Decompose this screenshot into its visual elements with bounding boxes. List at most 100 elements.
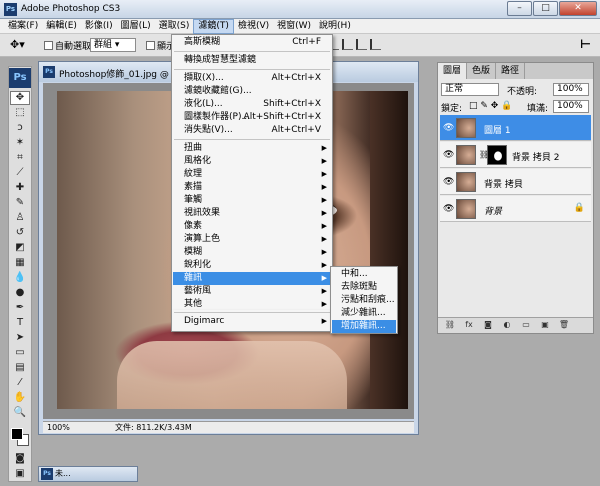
hand-tool-icon[interactable]: ✋ [10,391,30,405]
notes-tool-icon[interactable]: ▤ [10,361,30,375]
layer-style-icon[interactable]: fx [463,320,475,331]
menu-item-artistic[interactable]: 藝術風 ▶ [173,285,331,298]
tab-channels[interactable]: 色版 [467,63,497,79]
layer-row[interactable]: 👁 ⛓ 背景 拷貝 2 [440,142,591,168]
show-transform-checkbox[interactable] [146,41,155,50]
brush-tool-icon[interactable]: ✎ [10,196,30,210]
menu-edit[interactable]: 編輯(E) [42,19,81,34]
menu-select[interactable]: 選取(S) [155,19,194,34]
menu-item-despeckle[interactable]: 去除斑點 [332,281,396,294]
blend-mode-dropdown[interactable]: 正常 [441,83,499,96]
lock-buttons-icon[interactable]: □ ✎ ✥ 🔒 [469,101,512,111]
menu-item-convert-smart-filter[interactable]: 轉換成智慧型濾鏡 [173,54,331,67]
move-tool-icon[interactable]: ✥ [10,91,30,105]
auto-select-checkbox[interactable] [44,41,53,50]
align-right-icon[interactable] [370,39,381,50]
new-layer-icon[interactable]: ▣ [539,320,551,331]
menu-item-blur[interactable]: 模糊 ▶ [173,246,331,259]
menu-item-sketch[interactable]: 素描 ▶ [173,181,331,194]
clone-stamp-tool-icon[interactable]: ♙ [10,211,30,225]
delete-layer-icon[interactable]: 🗑 [558,320,570,331]
menu-item-vanishing-point[interactable]: 消失點(V)... Alt+Ctrl+V [173,124,331,137]
new-group-icon[interactable]: ▭ [520,320,532,331]
menu-item-liquify[interactable]: 液化(L)... Shift+Ctrl+X [173,98,331,111]
menu-item-render[interactable]: 演算上色 ▶ [173,233,331,246]
layer-mask-thumbnail[interactable] [487,145,507,165]
layer-row[interactable]: 👁 圖層 1 [440,115,591,141]
history-brush-tool-icon[interactable]: ↺ [10,226,30,240]
menu-layer[interactable]: 圖層(L) [117,19,155,34]
align-center-icon[interactable] [356,39,367,50]
color-swatches[interactable] [9,426,31,450]
minimize-button[interactable]: – [507,1,532,16]
tab-paths[interactable]: 路徑 [496,63,526,79]
menu-item-gaussian-blur[interactable]: 高斯模糊 Ctrl+F [173,36,331,49]
menu-help[interactable]: 說明(H) [315,19,355,34]
menu-item-reduce-noise[interactable]: 減少雜訊... [332,307,396,320]
healing-brush-tool-icon[interactable]: ✚ [10,181,30,195]
pen-tool-icon[interactable]: ✒ [10,301,30,315]
menu-view[interactable]: 檢視(V) [234,19,273,34]
move-tool-preset-icon[interactable]: ✥▾ [10,38,25,51]
dodge-tool-icon[interactable]: ● [10,286,30,300]
auto-select-target-dropdown[interactable]: 群組 ▾ [90,38,136,52]
menu-item-texture[interactable]: 紋理 ▶ [173,168,331,181]
fill-input[interactable]: 100% [553,100,589,113]
menu-item-extract[interactable]: 擷取(X)... Alt+Ctrl+X [173,72,331,85]
screen-mode-icon[interactable]: ▣ [10,467,30,481]
visibility-eye-icon[interactable]: 👁 [443,204,454,214]
type-tool-icon[interactable]: T [10,316,30,330]
menu-item-brush-strokes[interactable]: 筆觸 ▶ [173,194,331,207]
menu-item-pixelate[interactable]: 像素 ▶ [173,220,331,233]
menu-window[interactable]: 視窗(W) [273,19,315,34]
zoom-tool-icon[interactable]: 🔍 [10,406,30,420]
menu-item-video[interactable]: 視訊效果 ▶ [173,207,331,220]
visibility-eye-icon[interactable]: 👁 [443,150,454,160]
visibility-eye-icon[interactable]: 👁 [443,177,454,187]
minimized-document[interactable]: Ps 未... [38,466,138,482]
workspace-icon[interactable]: ⊢ [580,37,591,51]
adjustment-layer-icon[interactable]: ◐ [501,320,513,331]
magic-wand-tool-icon[interactable]: ✶ [10,136,30,150]
quick-mask-icon[interactable]: ◙ [10,452,30,466]
menu-item-dust-scratches[interactable]: 污點和刮痕... [332,294,396,307]
blur-tool-icon[interactable]: 💧 [10,271,30,285]
layer-row[interactable]: 👁 背景 拷貝 [440,169,591,195]
tab-layers[interactable]: 圖層 [438,63,468,79]
eyedropper-tool-icon[interactable]: ⁄ [10,376,30,390]
menu-image[interactable]: 影像(I) [81,19,117,34]
layer-row[interactable]: 👁 背景 🔒 [440,196,591,222]
menu-item-distort[interactable]: 扭曲 ▶ [173,142,331,155]
photoshop-logo: Ps [9,68,31,88]
menu-item-add-noise[interactable]: 增加雜訊... [332,320,396,333]
menu-item-sharpen[interactable]: 銳利化 ▶ [173,259,331,272]
auto-select-option[interactable]: 自動選取: [44,39,94,52]
add-mask-icon[interactable]: ◙ [482,320,494,331]
menu-item-filter-gallery[interactable]: 濾鏡收藏館(G)... [173,85,331,98]
gradient-tool-icon[interactable]: ▦ [10,256,30,270]
menu-file[interactable]: 檔案(F) [4,19,42,34]
crop-tool-icon[interactable]: ⌗ [10,151,30,165]
maximize-button[interactable]: □ [533,1,558,16]
menu-item-stylize[interactable]: 風格化 ▶ [173,155,331,168]
menu-item-median[interactable]: 中和... [332,268,396,281]
marquee-tool-icon[interactable]: ⬚ [10,106,30,120]
visibility-eye-icon[interactable]: 👁 [443,123,454,133]
eraser-tool-icon[interactable]: ◩ [10,241,30,255]
slice-tool-icon[interactable]: ⟋ [10,166,30,180]
menu-separator [174,312,330,313]
zoom-level[interactable]: 100% [47,422,70,433]
path-selection-tool-icon[interactable]: ➤ [10,331,30,345]
menu-filter[interactable]: 濾鏡(T) [193,19,234,34]
document-size-info[interactable]: 文件: 811.2K/3.43M [115,422,192,433]
foreground-color-swatch[interactable] [11,428,23,440]
opacity-input[interactable]: 100% [553,83,589,96]
align-left-icon[interactable] [342,39,353,50]
menu-item-noise[interactable]: 雜訊 ▶ [173,272,331,285]
link-layers-icon[interactable]: ⛓ [444,320,456,331]
menu-item-pattern-maker[interactable]: 圖樣製作器(P)... Alt+Shift+Ctrl+X [173,111,331,124]
lasso-tool-icon[interactable]: ↄ [10,121,30,135]
close-button[interactable]: ✕ [559,1,597,16]
shape-tool-icon[interactable]: ▭ [10,346,30,360]
menu-item-digimarc[interactable]: Digimarc ▶ [173,315,331,328]
